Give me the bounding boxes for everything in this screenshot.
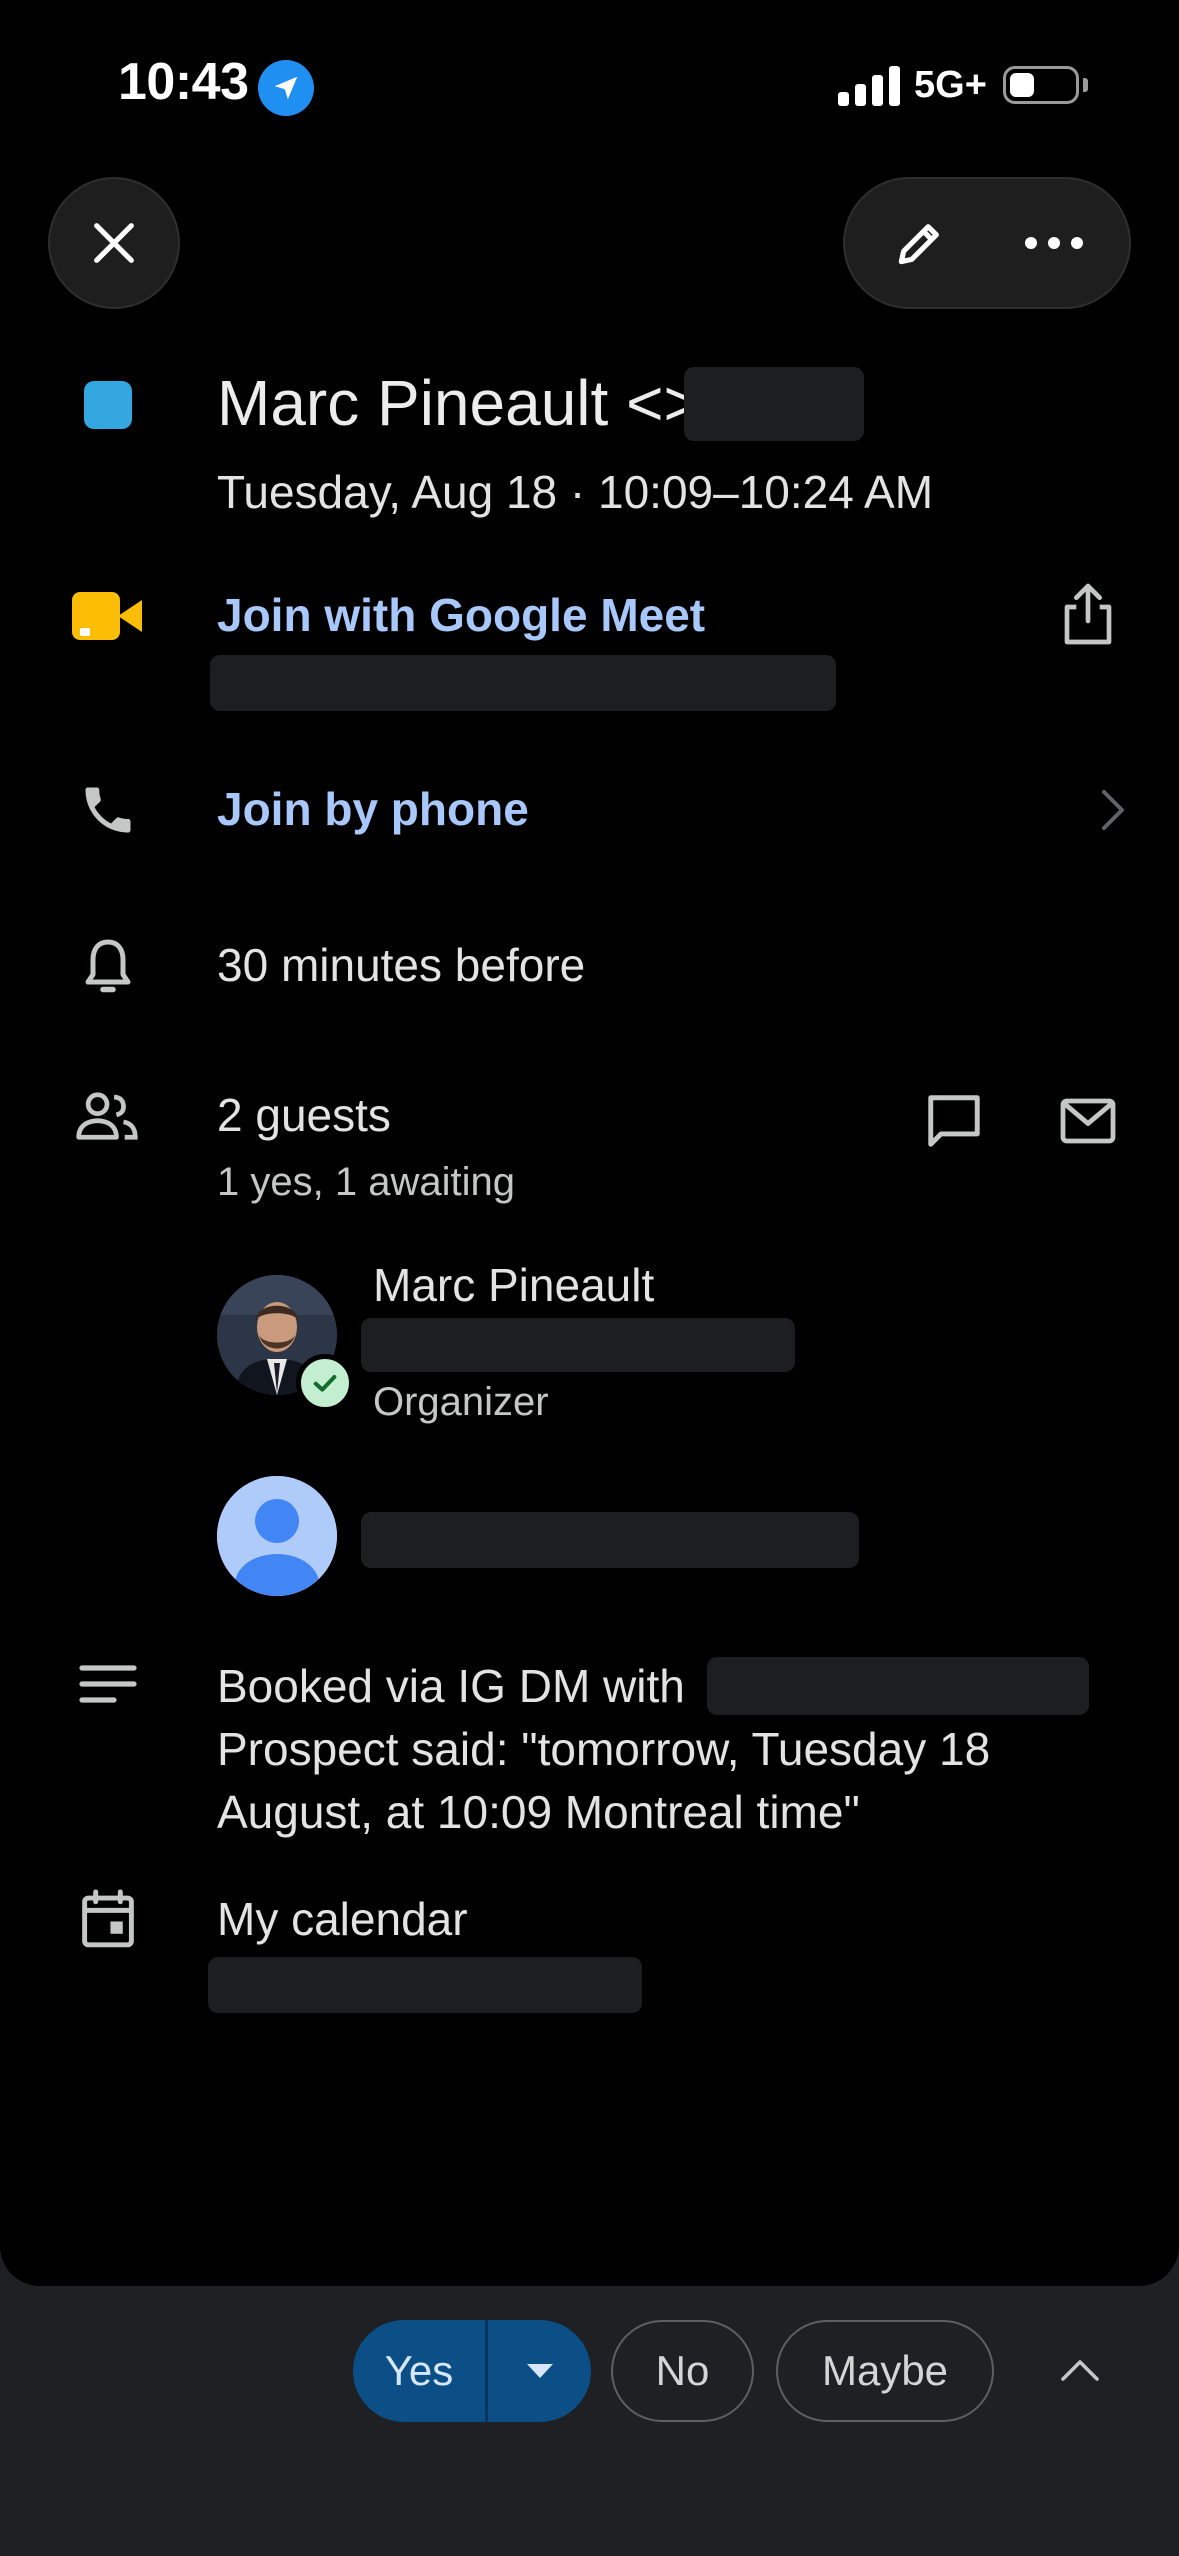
event-title: Marc Pineault <>: [217, 367, 701, 439]
description-line: Prospect said: "tomorrow, Tuesday 18: [217, 1723, 991, 1775]
event-color-swatch: [84, 381, 132, 429]
join-phone-link[interactable]: Join by phone: [217, 782, 529, 836]
signal-icon: [838, 66, 900, 106]
redacted-title: [684, 367, 864, 441]
phone-icon: [78, 780, 138, 845]
people-icon: [74, 1090, 140, 1147]
calendar-icon: [78, 1887, 138, 1956]
share-icon: [1064, 583, 1112, 645]
description-line: August, at 10:09 Montreal time": [217, 1786, 860, 1838]
email-guests-button[interactable]: [1052, 1085, 1124, 1157]
mail-icon: [1060, 1098, 1116, 1144]
pencil-icon: [898, 224, 939, 265]
caret-down-icon: [526, 2364, 553, 2378]
network-label: 5G+: [914, 64, 987, 106]
redacted-guest-email: [361, 1318, 795, 1372]
guest-count[interactable]: 2 guests: [217, 1088, 391, 1142]
edit-button[interactable]: [863, 179, 977, 307]
chat-guests-button[interactable]: [918, 1085, 990, 1157]
rsvp-yes-group: Yes: [353, 2320, 591, 2422]
battery-icon: [1003, 66, 1079, 104]
status-time: 10:43: [118, 53, 249, 111]
google-meet-icon: [72, 588, 144, 644]
more-button[interactable]: [997, 179, 1111, 307]
default-avatar-icon[interactable]: [217, 1476, 337, 1596]
redacted-calendar-account: [208, 1957, 642, 2013]
action-pill: [843, 177, 1131, 309]
redacted-guest-2: [361, 1512, 859, 1568]
calendar-name: My calendar: [217, 1893, 468, 1945]
more-dots-icon: [1025, 237, 1083, 249]
chat-icon: [928, 1095, 980, 1147]
location-arrow-icon: [258, 60, 314, 116]
redacted-description: [707, 1657, 1089, 1715]
chevron-up-icon: [1061, 2360, 1099, 2381]
notes-icon: [78, 1662, 138, 1711]
join-meet-link[interactable]: Join with Google Meet: [217, 588, 705, 642]
guest-summary: 1 yes, 1 awaiting: [217, 1160, 515, 1204]
chevron-right-icon[interactable]: [1098, 788, 1128, 837]
guest-name[interactable]: Marc Pineault: [373, 1258, 654, 1312]
close-button[interactable]: [48, 177, 180, 309]
guest-role: Organizer: [373, 1380, 549, 1424]
rsvp-yes-button[interactable]: Yes: [353, 2320, 485, 2422]
rsvp-dropdown-button[interactable]: [488, 2320, 591, 2422]
expand-button[interactable]: [1040, 2330, 1120, 2410]
rsvp-no-button[interactable]: No: [611, 2320, 754, 2422]
event-detail-sheet: 10:43 5G+ Marc Pineault <> Tuesday, Aug …: [0, 0, 1179, 2286]
bell-icon: [78, 934, 138, 1005]
reminder-text[interactable]: 30 minutes before: [217, 938, 585, 992]
close-icon: [94, 223, 134, 263]
share-button[interactable]: [1052, 578, 1124, 650]
rsvp-maybe-button[interactable]: Maybe: [776, 2320, 994, 2422]
accepted-check-icon: [296, 1354, 354, 1412]
battery-tip: [1083, 78, 1088, 92]
redacted-meet-link: [210, 655, 836, 711]
event-datetime: Tuesday, Aug 18 · 10:09–10:24 AM: [217, 466, 934, 518]
